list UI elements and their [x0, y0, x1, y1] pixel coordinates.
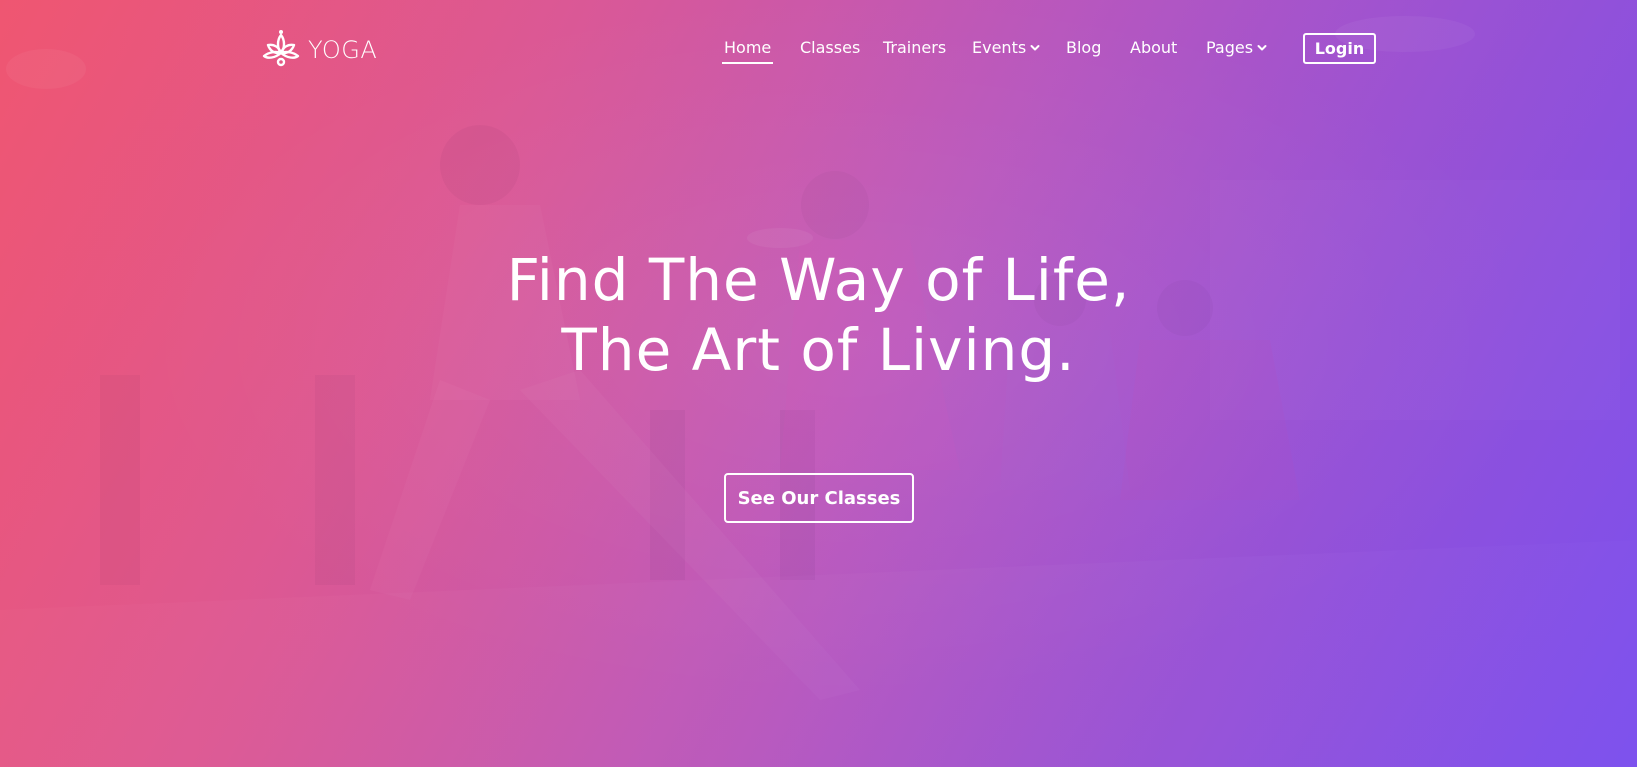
- hero-section: YOGA Home Classes Trainers Events Blog A…: [0, 0, 1637, 767]
- nav-item-label: Events: [972, 38, 1027, 57]
- nav-item-about[interactable]: About: [1130, 34, 1177, 62]
- login-button[interactable]: Login: [1303, 33, 1376, 64]
- nav-item-blog[interactable]: Blog: [1066, 34, 1101, 62]
- nav-item-label: Home: [724, 38, 772, 57]
- hero-headline-line-2: The Art of Living.: [561, 316, 1076, 384]
- nav-item-label: Classes: [800, 38, 861, 57]
- nav-item-classes[interactable]: Classes: [800, 34, 860, 62]
- nav-item-home[interactable]: Home: [721, 34, 774, 64]
- nav-item-pages[interactable]: Pages: [1206, 34, 1267, 62]
- nav-item-events[interactable]: Events: [972, 34, 1040, 62]
- chevron-down-icon: [1257, 45, 1267, 51]
- hero-headline: Find The Way of Life, The Art of Living.: [0, 245, 1637, 385]
- main-navigation: Home Classes Trainers Events Blog About: [0, 34, 1637, 74]
- nav-item-label: Blog: [1066, 38, 1102, 57]
- chevron-down-icon: [1030, 45, 1040, 51]
- hero-headline-line-1: Find The Way of Life,: [506, 246, 1131, 314]
- nav-item-trainers[interactable]: Trainers: [883, 34, 946, 62]
- nav-item-label: Trainers: [883, 38, 947, 57]
- nav-item-label: Pages: [1206, 38, 1254, 57]
- top-navbar: YOGA Home Classes Trainers Events Blog A…: [0, 0, 1637, 96]
- nav-item-label: About: [1130, 38, 1178, 57]
- see-our-classes-button[interactable]: See Our Classes: [724, 473, 914, 523]
